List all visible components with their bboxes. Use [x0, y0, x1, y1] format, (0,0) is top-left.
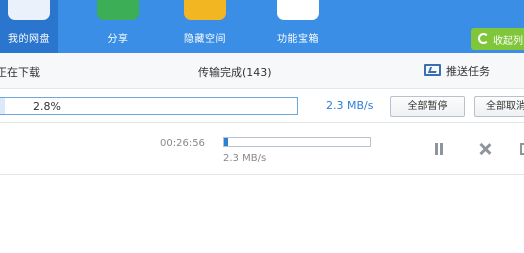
push-task-label: 推送任务	[446, 65, 490, 78]
task-speed: 2.3 MB/s	[223, 153, 267, 164]
nav-item-my-disk[interactable]: 我的网盘	[0, 0, 58, 53]
pause-icon[interactable]	[434, 143, 444, 155]
total-speed: 2.3 MB/s	[326, 99, 374, 112]
nav-item-toolbox[interactable]: 功能宝箱	[266, 0, 330, 53]
total-progress-bar: 2.8%	[0, 97, 298, 115]
share-icon	[97, 0, 139, 20]
nav-item-share[interactable]: 分享	[89, 0, 147, 53]
task-progress-fill	[224, 138, 229, 146]
pause-all-button[interactable]: 全部暂停	[390, 96, 465, 117]
nav-item-label: 功能宝箱	[277, 34, 319, 45]
download-task-row: 00:26:56 2.3 MB/s	[0, 123, 524, 175]
collapse-label: 收起列	[493, 36, 523, 47]
total-progress-fill	[0, 98, 6, 114]
cloud-disk-icon	[8, 0, 50, 20]
collapse-icon	[478, 33, 489, 44]
tab-downloading[interactable]: 正在下载	[0, 64, 40, 80]
task-remaining-time: 00:26:56	[160, 138, 205, 149]
task-progress-bar	[223, 137, 371, 147]
search-tool-icon	[277, 0, 319, 20]
tab-transfer-complete[interactable]: 传输完成(143)	[198, 64, 272, 80]
collapse-list-button[interactable]: 收起列	[471, 28, 524, 50]
nav-item-label: 我的网盘	[8, 34, 50, 45]
lock-icon	[184, 0, 226, 20]
close-icon[interactable]	[478, 142, 492, 156]
cancel-all-button[interactable]: 全部取消	[474, 96, 524, 117]
monitor-icon	[424, 64, 441, 76]
nav-item-label: 分享	[107, 34, 129, 45]
top-nav-bar: 我的网盘 分享 隐藏空间 功能宝箱 收起列	[0, 0, 524, 53]
nav-item-label: 隐藏空间	[184, 34, 226, 45]
transfer-tabs: 正在下载 传输完成(143) 推送任务	[0, 53, 524, 89]
folder-icon[interactable]	[520, 143, 524, 155]
nav-item-hidden-space[interactable]: 隐藏空间	[176, 0, 234, 53]
total-progress-percent: 2.8%	[33, 100, 61, 113]
overall-progress-row: 2.8% 2.3 MB/s 全部暂停 全部取消	[0, 89, 524, 123]
